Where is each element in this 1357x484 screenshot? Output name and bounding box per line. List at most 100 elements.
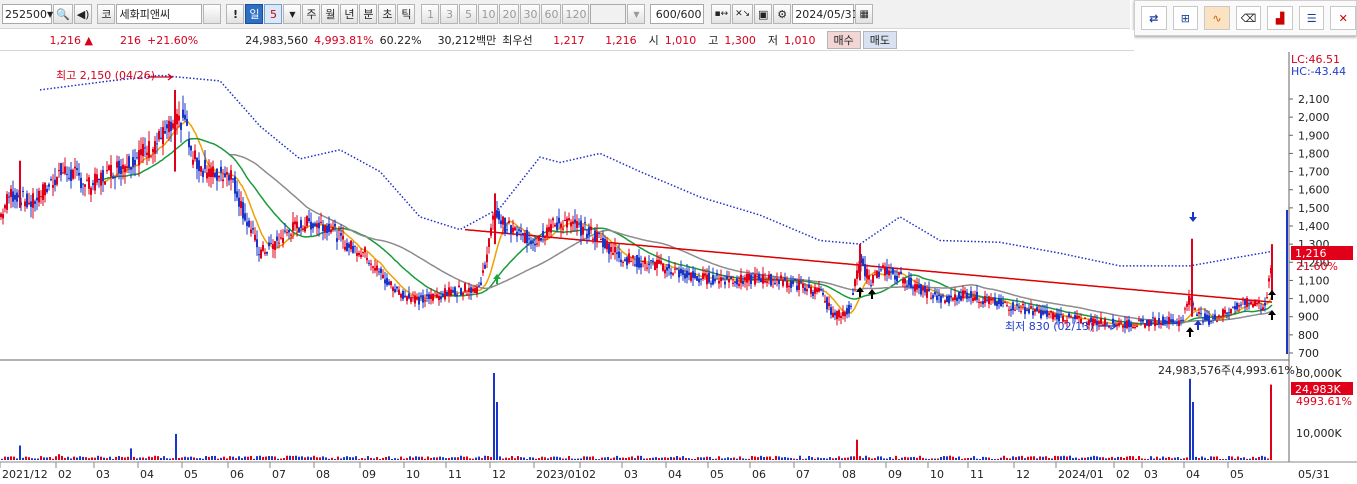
chart-type-tool-button[interactable]: ∿ (1204, 6, 1230, 30)
candle-body (1102, 324, 1104, 326)
candle-body (1028, 309, 1030, 314)
volume-bar (1165, 457, 1167, 460)
period-day-button[interactable]: 일 (245, 4, 264, 24)
volume-bar (1051, 458, 1053, 460)
volume-bar (460, 455, 462, 460)
candle-body (426, 294, 428, 297)
candle-body (1084, 317, 1086, 319)
period-second-button[interactable]: 초 (378, 4, 397, 24)
interval-dropdown[interactable]: ▼ (627, 4, 646, 24)
candle-body (76, 168, 78, 171)
interval-1-button[interactable]: 1 (421, 4, 440, 24)
sell-button[interactable]: 매도 (862, 31, 898, 49)
candle-body (404, 295, 406, 298)
candle-body (1040, 310, 1042, 319)
volume-bar (1219, 458, 1221, 460)
interval-20-button[interactable]: 20 (499, 4, 520, 24)
candle-body (884, 266, 886, 276)
candle-body (292, 222, 294, 231)
volume-bar (1174, 457, 1176, 460)
candle-body (522, 233, 524, 235)
erase-tool-button[interactable]: ⌫ (1235, 6, 1262, 30)
volume-bar (526, 459, 528, 460)
period-tick-button[interactable]: 틱 (397, 4, 416, 24)
interval-60-button[interactable]: 60 (541, 4, 562, 24)
candle-body (510, 225, 512, 235)
candle-body (814, 287, 816, 294)
alert-button[interactable]: ! (226, 4, 245, 24)
count-field[interactable]: 600/600 (650, 4, 705, 24)
compare-tool-button[interactable]: ⊞ (1172, 6, 1199, 30)
sound-button[interactable]: ◀) (73, 4, 93, 24)
interval-3-button[interactable]: 3 (440, 4, 459, 24)
volume-bar (379, 458, 381, 460)
candle-body (120, 166, 122, 175)
interval-30-button[interactable]: 30 (520, 4, 541, 24)
interval-custom-field[interactable] (590, 4, 627, 24)
volume-bar (553, 456, 555, 460)
candle-body (1144, 323, 1146, 328)
volume-bar (295, 455, 297, 460)
candle-body (42, 184, 44, 200)
save-button[interactable]: ▣ (754, 4, 773, 24)
candle-body (802, 283, 804, 288)
volume-bar (316, 457, 318, 460)
candle-body (146, 152, 148, 156)
period-dropdown[interactable]: ▼ (283, 4, 302, 24)
volume-bar (829, 457, 831, 460)
candle-body (298, 227, 300, 233)
period-minute-button[interactable]: 분 (359, 4, 378, 24)
interval-120-button[interactable]: 120 (562, 4, 590, 24)
stock-chart[interactable]: 2,100 2,000 1,900 1,800 1,700 1,600 1,500 1,400… (0, 52, 1357, 484)
volume-bar (589, 456, 591, 460)
volume-bar (178, 457, 180, 460)
volume-bar (904, 456, 906, 460)
list-tool-button[interactable]: ☰ (1298, 6, 1325, 30)
candle-body (252, 228, 254, 230)
volume-bar (898, 459, 900, 460)
candle-body (366, 257, 368, 261)
period-year-button[interactable]: 년 (340, 4, 359, 24)
analysis-tool-button[interactable]: ✕ (1330, 6, 1357, 30)
buy-button[interactable]: 매수 (826, 31, 861, 49)
candle-body (996, 301, 998, 307)
candle-body (612, 253, 614, 255)
period-month-button[interactable]: 월 (321, 4, 340, 24)
candle-body (674, 268, 676, 270)
quote-bar: 1,216 ▲ 216 +21.60% 24,983,560 4,993.81%… (0, 30, 1134, 51)
search-button[interactable]: 🔍 (53, 4, 73, 24)
volume-bar (697, 457, 699, 460)
candle-body (442, 294, 444, 298)
volume-bar (1090, 456, 1092, 460)
stock-name-field[interactable]: 세화피앤씨 (116, 4, 203, 24)
stock-code-input[interactable]: 252500 ▼ (2, 4, 53, 24)
candle-body (468, 287, 470, 292)
volume-bar (1066, 456, 1068, 460)
interval-10-button[interactable]: 10 (478, 4, 499, 24)
volume-bar (730, 458, 732, 460)
volume-bar (328, 458, 330, 460)
candle-body (210, 168, 212, 178)
date-field[interactable]: 2024/05/31 (792, 4, 859, 24)
volume-bar (1204, 457, 1206, 460)
candle-body (310, 221, 312, 230)
candle-body (818, 287, 820, 292)
period-week-button[interactable]: 주 (302, 4, 321, 24)
volume-bar (214, 455, 216, 460)
candle-body (918, 284, 920, 289)
zoom-icon: ▪↔ (714, 9, 729, 19)
period-value-field[interactable]: 5 (264, 4, 283, 24)
calendar-button[interactable]: ▦ (855, 4, 874, 24)
candle-body (1238, 305, 1240, 307)
zoom-button[interactable]: ▪↔ (711, 4, 732, 24)
candle-body (864, 264, 866, 277)
indicator-tool-button[interactable]: ▟ (1267, 6, 1293, 30)
candle-body (262, 245, 264, 251)
refresh-tool-button[interactable]: ⇄ (1141, 6, 1167, 30)
volume-bar (871, 458, 873, 460)
settings-button[interactable]: ⚙ (773, 4, 792, 24)
candle-body (142, 143, 144, 157)
crosshair-button[interactable]: ✕↘ (732, 4, 754, 24)
candle-body (248, 220, 250, 227)
interval-5-button[interactable]: 5 (459, 4, 478, 24)
